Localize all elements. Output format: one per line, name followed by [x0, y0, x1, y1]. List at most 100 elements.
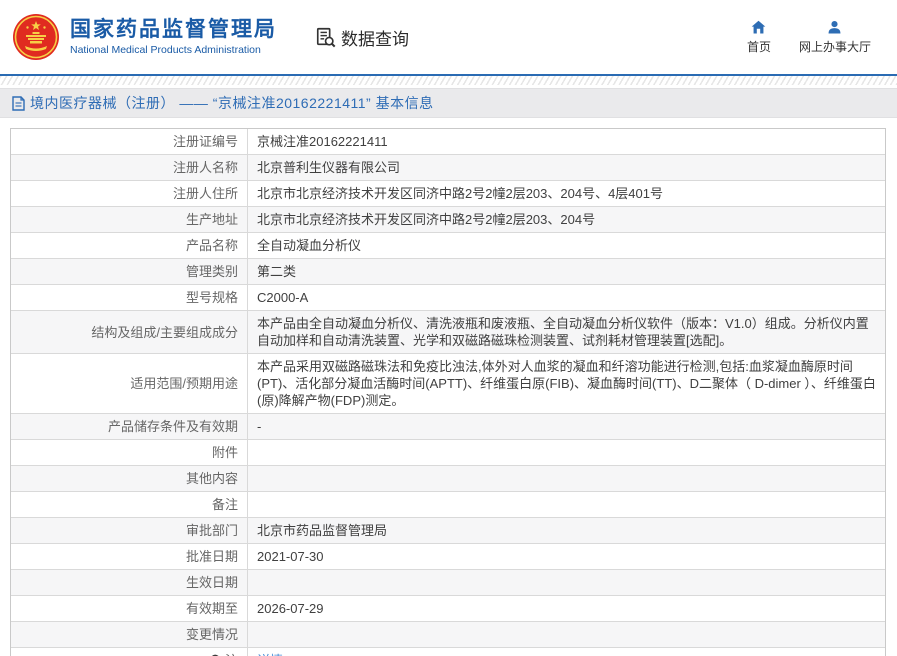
- row-label: 附件: [11, 440, 248, 465]
- table-row: 注册人名称 北京普利生仪器有限公司: [11, 155, 885, 181]
- row-label: 备注: [11, 492, 248, 517]
- row-value: 全自动凝血分析仪: [248, 233, 885, 258]
- data-query-section[interactable]: 数据查询: [315, 25, 409, 50]
- row-value-text: 第二类: [257, 264, 297, 279]
- row-label: 产品储存条件及有效期: [11, 414, 248, 439]
- row-value: 第二类: [248, 259, 885, 284]
- header-nav: 首页 网上办事大厅: [747, 19, 871, 55]
- row-label-text: 管理类别: [185, 264, 238, 279]
- nav-item-label: 网上办事大厅: [798, 40, 871, 54]
- row-label-text: 结构及组成/主要组成成分: [91, 324, 238, 340]
- nmpa-emblem-logo[interactable]: [12, 13, 60, 61]
- table-row: 结构及组成/主要组成成分 本产品由全自动凝血分析仪、清洗液瓶和废液瓶、全自动凝血分…: [11, 311, 885, 354]
- row-value-text: C2000-A: [257, 290, 309, 305]
- row-label-text: 产品储存条件及有效期: [107, 419, 238, 434]
- row-label-text: 生产地址: [185, 212, 238, 227]
- table-row: 产品储存条件及有效期 -: [11, 414, 885, 440]
- row-value: 2021-07-30: [248, 544, 885, 569]
- row-value-text: 本产品由全自动凝血分析仪、清洗液瓶和废液瓶、全自动凝血分析仪软件（版本：V1.0…: [257, 316, 869, 348]
- table-row: 批准日期 2021-07-30: [11, 544, 885, 570]
- table-row: 注册人住所 北京市北京经济技术开发区同济中路2号2幢2层203、204号、4层40…: [11, 181, 885, 207]
- row-label-text: 注册证编号: [172, 134, 238, 149]
- row-label: 有效期至: [11, 596, 248, 621]
- row-label-text: 备注: [211, 497, 238, 512]
- row-label: 型号规格: [11, 285, 248, 310]
- row-label: 注册人名称: [11, 155, 248, 180]
- row-value-text: 全自动凝血分析仪: [257, 238, 362, 253]
- row-value: 详情: [248, 648, 885, 656]
- row-label: 产品名称: [11, 233, 248, 258]
- row-value-text: 北京普利生仪器有限公司: [257, 160, 401, 175]
- nav-item-home[interactable]: 首页: [747, 19, 771, 55]
- row-value: 本产品由全自动凝血分析仪、清洗液瓶和废液瓶、全自动凝血分析仪软件（版本：V1.0…: [248, 311, 885, 353]
- row-label: 注: [11, 648, 248, 656]
- nav-item-online-hall[interactable]: 网上办事大厅: [799, 19, 871, 55]
- row-value: 北京市药品监督管理局: [248, 518, 885, 543]
- brand-title: 国家药品监督管理局: [70, 18, 277, 41]
- row-label-text: 注册人住所: [172, 186, 238, 201]
- data-query-icon: [316, 27, 336, 48]
- row-value: [248, 466, 885, 491]
- table-row: 管理类别 第二类: [11, 259, 885, 285]
- row-label: 审批部门: [11, 518, 248, 543]
- table-row: 审批部门 北京市药品监督管理局: [11, 518, 885, 544]
- row-value: 2026-07-29: [248, 596, 885, 621]
- breadcrumb: 境内医疗器械（注册） —— “京械注准20162221411” 基本信息: [0, 88, 897, 118]
- table-row: 注 详情: [11, 648, 885, 656]
- row-label: 注册人住所: [11, 181, 248, 206]
- row-value-text: -: [257, 419, 262, 434]
- brand-subtitle: National Medical Products Administration: [70, 44, 261, 56]
- row-label: 生效日期: [11, 570, 248, 595]
- table-row: 生产地址 北京市北京经济技术开发区同济中路2号2幢2层203、204号: [11, 207, 885, 233]
- row-value: -: [248, 414, 885, 439]
- user-icon: [829, 21, 841, 34]
- data-query-label: 数据查询: [341, 29, 409, 49]
- row-value: 本产品采用双磁路磁珠法和免疫比浊法,体外对人血浆的凝血和纤溶功能进行检测,包括:…: [248, 354, 885, 413]
- row-value: C2000-A: [248, 285, 885, 310]
- row-label: 结构及组成/主要组成成分: [11, 311, 248, 353]
- row-label: 变更情况: [11, 622, 248, 647]
- table-row: 生效日期: [11, 570, 885, 596]
- row-value-text: 北京市北京经济技术开发区同济中路2号2幢2层203、204号、4层401号: [257, 186, 663, 201]
- row-value: [248, 570, 885, 595]
- row-label-text: 批准日期: [185, 549, 238, 564]
- row-label: 管理类别: [11, 259, 248, 284]
- row-label-text: 适用范围/预期用途: [130, 376, 238, 391]
- row-label: 批准日期: [11, 544, 248, 569]
- brand: 国家药品监督管理局 National Medical Products Admi…: [70, 17, 277, 57]
- row-label: 生产地址: [11, 207, 248, 232]
- row-value: [248, 440, 885, 465]
- table-row: 注册证编号 京械注准20162221411: [11, 129, 885, 155]
- table-row: 适用范围/预期用途 本产品采用双磁路磁珠法和免疫比浊法,体外对人血浆的凝血和纤溶功…: [11, 354, 885, 414]
- table-row: 型号规格 C2000-A: [11, 285, 885, 311]
- row-label-text: 附件: [211, 445, 238, 460]
- row-value: 京械注准20162221411: [248, 129, 885, 154]
- stripe-band: [0, 76, 897, 85]
- row-label-text: 注: [225, 652, 238, 656]
- row-label-text: 型号规格: [185, 290, 238, 305]
- row-value-text: 2021-07-30: [257, 549, 324, 564]
- row-value-text: 2026-07-29: [257, 601, 324, 616]
- detail-link[interactable]: 详情: [257, 652, 283, 656]
- row-label: 适用范围/预期用途: [11, 354, 248, 413]
- nav-item-label: 首页: [746, 40, 771, 54]
- home-icon: [752, 20, 766, 34]
- registration-detail-table: 注册证编号 京械注准20162221411 注册人名称 北京普利生仪器有限公司注册人住…: [10, 128, 886, 656]
- table-row: 其他内容: [11, 466, 885, 492]
- row-label: 其他内容: [11, 466, 248, 491]
- row-value-text: 北京市药品监督管理局: [257, 523, 388, 538]
- row-label: 注册证编号: [11, 129, 248, 154]
- table-row: 附件: [11, 440, 885, 466]
- header: 国家药品监督管理局 National Medical Products Admi…: [0, 0, 897, 74]
- row-value-text: 北京市北京经济技术开发区同济中路2号2幢2层203、204号: [257, 212, 596, 227]
- row-label-text: 产品名称: [185, 238, 238, 253]
- row-value: 北京市北京经济技术开发区同济中路2号2幢2层203、204号: [248, 207, 885, 232]
- row-value-text: 本产品采用双磁路磁珠法和免疫比浊法,体外对人血浆的凝血和纤溶功能进行检测,包括:…: [257, 359, 876, 408]
- row-value: 北京市北京经济技术开发区同济中路2号2幢2层203、204号、4层401号: [248, 181, 885, 206]
- row-value-text: 京械注准20162221411: [257, 134, 388, 149]
- row-value: [248, 492, 885, 517]
- row-label-text: 有效期至: [185, 601, 238, 616]
- row-label-text: 变更情况: [185, 627, 238, 642]
- row-label-text: 注册人名称: [172, 160, 238, 175]
- table-row: 产品名称 全自动凝血分析仪: [11, 233, 885, 259]
